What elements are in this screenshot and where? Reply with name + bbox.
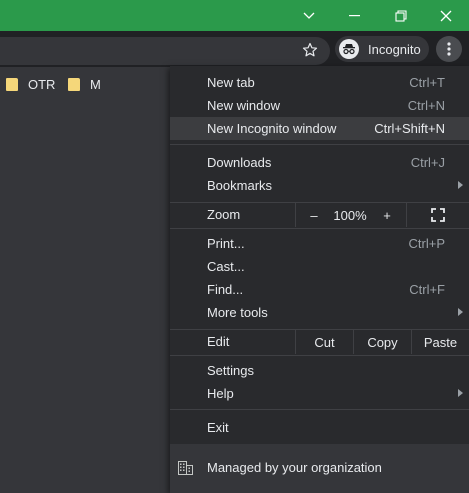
restore-button[interactable] [378, 0, 424, 31]
menu-item-label: New Incognito window [207, 121, 337, 136]
submenu-arrow-icon [458, 308, 463, 316]
cut-button[interactable]: Cut [296, 330, 353, 354]
fullscreen-button[interactable] [407, 203, 469, 227]
close-button[interactable] [423, 0, 469, 31]
paste-button[interactable]: Paste [412, 330, 469, 354]
menu-separator [170, 228, 469, 229]
paste-label: Paste [423, 334, 458, 350]
building-icon [178, 461, 193, 475]
bookmark-label: M [90, 76, 101, 92]
shortcut-label: Ctrl+F [409, 282, 445, 297]
minimize-button[interactable] [332, 0, 378, 31]
menu-item-label: Downloads [207, 155, 272, 170]
menu-item-bookmarks[interactable]: Bookmarks [170, 174, 469, 197]
zoom-out-button[interactable]: – [296, 203, 332, 227]
fullscreen-icon [431, 208, 445, 222]
zoom-level-value: 100% [333, 207, 367, 223]
menu-item-more-tools[interactable]: More tools [170, 301, 469, 324]
menu-item-label: Settings [207, 363, 254, 378]
copy-button[interactable]: Copy [354, 330, 411, 354]
menu-item-label: New tab [207, 75, 255, 90]
menu-item-new-incognito-window[interactable]: New Incognito window Ctrl+Shift+N [170, 117, 469, 140]
zoom-plus-label: + [383, 207, 391, 223]
shortcut-label: Ctrl+T [409, 75, 445, 90]
submenu-arrow-icon [458, 389, 463, 397]
incognito-chip[interactable]: Incognito [335, 36, 429, 62]
menu-button[interactable] [436, 36, 462, 62]
address-bar[interactable] [0, 37, 330, 65]
menu-item-label: Cast... [207, 259, 245, 274]
bookmark-folder[interactable]: M [68, 75, 101, 93]
tab-search-button[interactable] [286, 0, 332, 31]
title-bar [0, 0, 469, 31]
edit-row: Edit Cut Copy Paste [170, 330, 469, 354]
shortcut-label: Ctrl+J [410, 155, 445, 170]
submenu-arrow-icon [458, 181, 463, 189]
menu-item-cast[interactable]: Cast... [170, 255, 469, 278]
menu-item-label: Find... [207, 282, 244, 297]
menu-separator [170, 144, 469, 145]
menu-item-new-tab[interactable]: New tab Ctrl+T [170, 71, 469, 94]
managed-by-organization[interactable]: Managed by your organization [170, 444, 469, 493]
menu-item-settings[interactable]: Settings [170, 359, 469, 382]
chrome-menu: New tab Ctrl+T New window Ctrl+N New Inc… [170, 66, 469, 493]
bookmark-folder[interactable]: OTR [6, 75, 55, 93]
menu-item-print[interactable]: Print... Ctrl+P [170, 232, 469, 255]
more-vert-icon [447, 42, 451, 56]
menu-item-help[interactable]: Help [170, 382, 469, 405]
menu-item-label: Help [207, 386, 234, 401]
shortcut-label: Ctrl+P [408, 236, 445, 251]
cut-label: Cut [314, 334, 335, 350]
star-icon [302, 42, 318, 57]
shortcut-label: Ctrl+N [407, 98, 445, 113]
bookmark-star-button[interactable] [298, 38, 322, 62]
incognito-label: Incognito [368, 41, 421, 57]
menu-item-label: Exit [207, 420, 229, 435]
bookmark-label: OTR [28, 76, 56, 92]
toolbar: Incognito [0, 31, 469, 67]
menu-item-find[interactable]: Find... Ctrl+F [170, 278, 469, 301]
menu-item-label: Print... [207, 236, 245, 251]
close-icon [440, 10, 452, 21]
restore-icon [395, 9, 407, 22]
edit-label: Edit [207, 334, 230, 349]
folder-icon [68, 77, 80, 91]
menu-item-label: More tools [207, 305, 268, 320]
menu-item-new-window[interactable]: New window Ctrl+N [170, 94, 469, 117]
zoom-minus-label: – [310, 207, 318, 223]
incognito-icon [339, 39, 359, 59]
menu-separator [170, 409, 469, 410]
menu-item-downloads[interactable]: Downloads Ctrl+J [170, 151, 469, 174]
minimize-icon [349, 14, 360, 16]
zoom-label: Zoom [207, 207, 241, 222]
folder-icon [6, 77, 18, 91]
chevron-down-icon [303, 12, 315, 19]
zoom-row: Zoom – 100% + [170, 203, 469, 227]
menu-item-label: Bookmarks [207, 178, 273, 193]
menu-separator [170, 355, 469, 356]
shortcut-label: Ctrl+Shift+N [374, 121, 445, 136]
menu-item-label: New window [207, 98, 280, 113]
zoom-level: 100% [332, 203, 368, 227]
copy-label: Copy [367, 334, 398, 350]
managed-label: Managed by your organization [207, 460, 382, 475]
menu-item-exit[interactable]: Exit [170, 416, 469, 439]
zoom-in-button[interactable]: + [368, 203, 406, 227]
